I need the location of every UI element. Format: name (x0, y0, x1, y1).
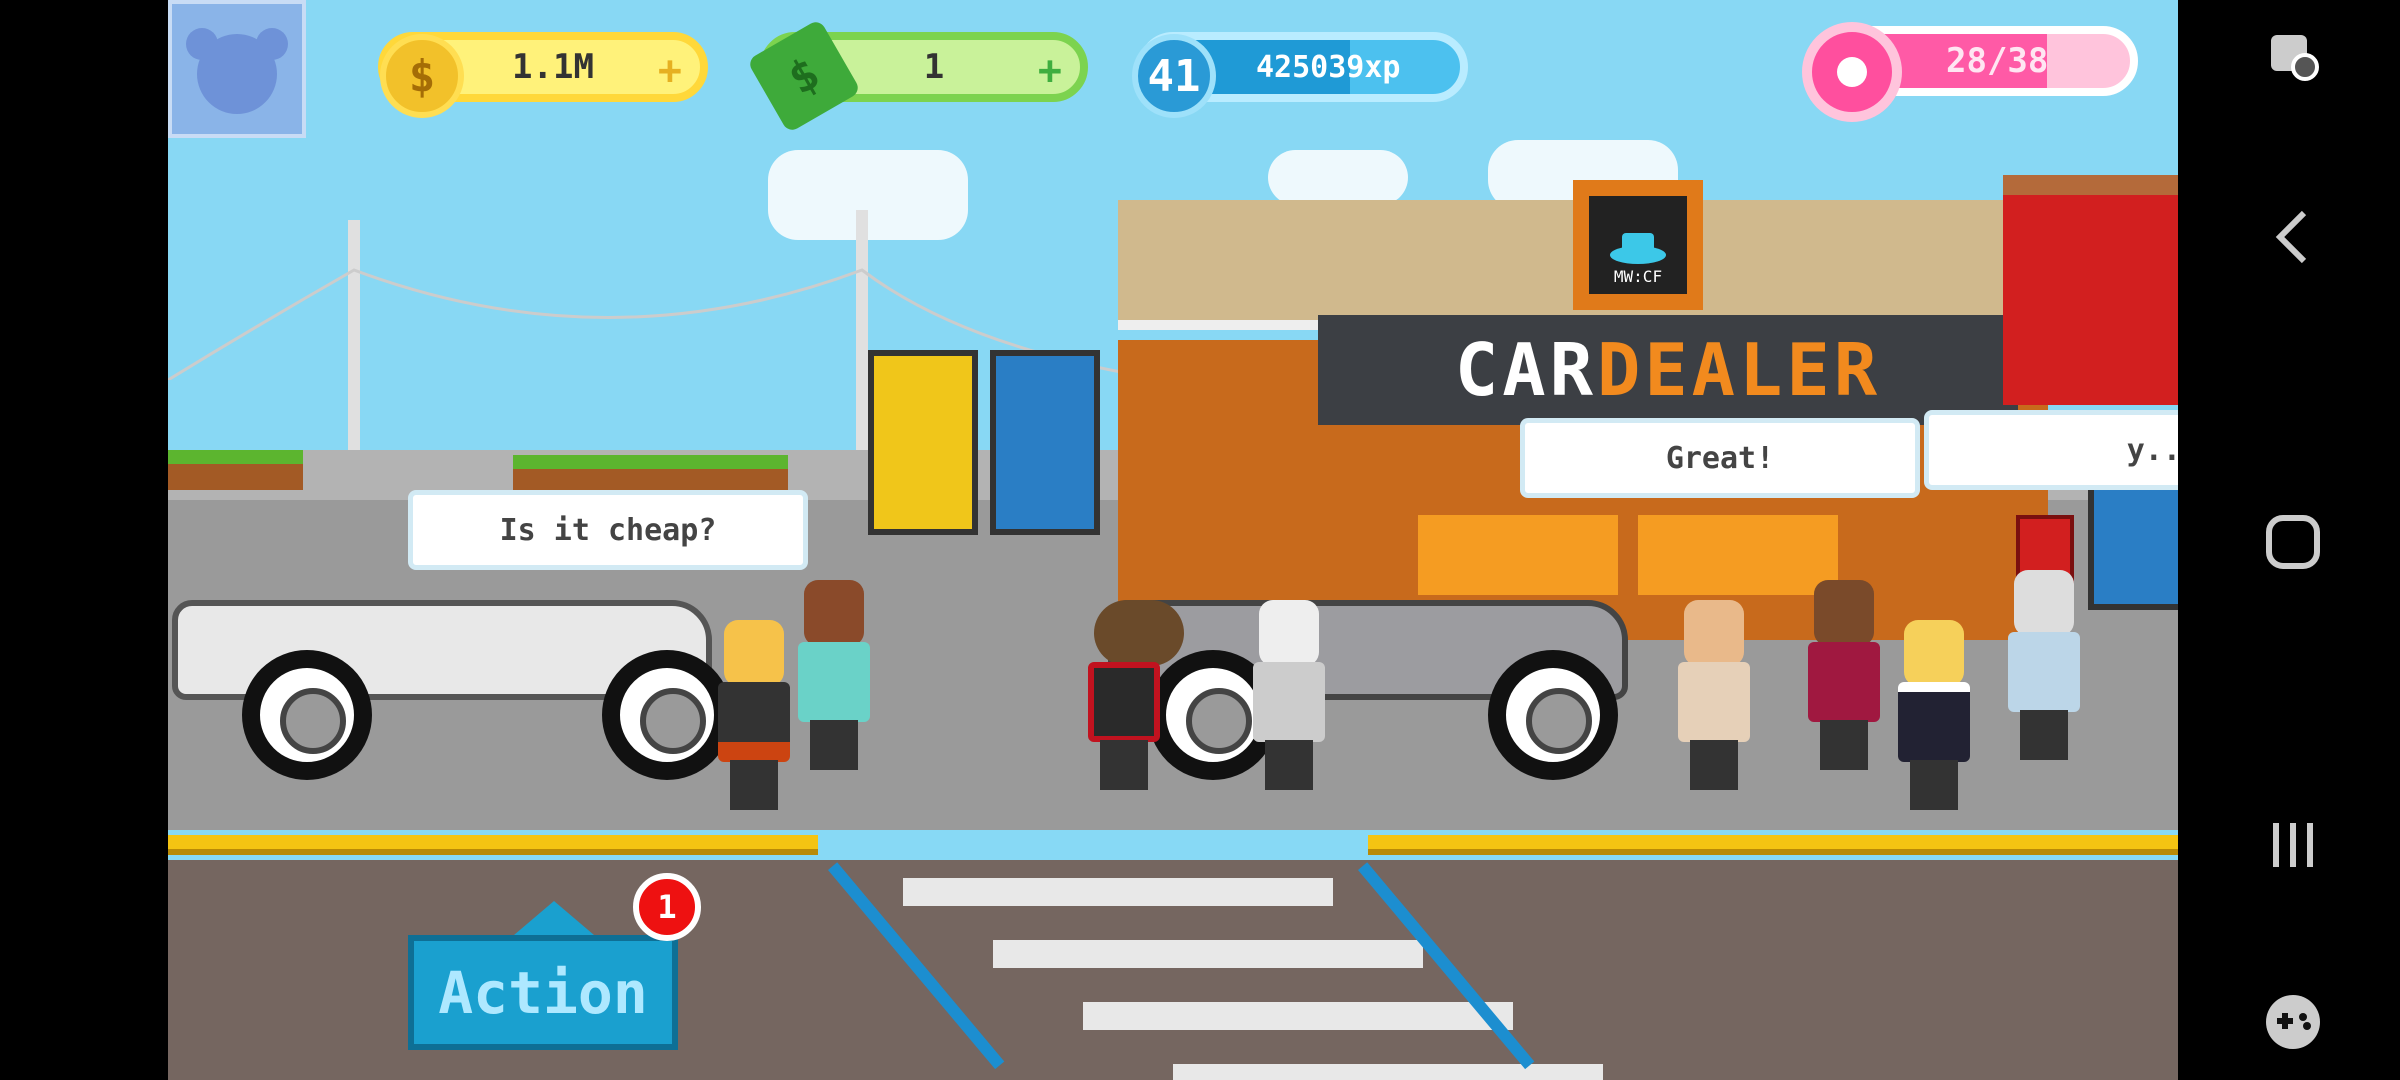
vending-machine-blue (990, 350, 1100, 535)
donut-counter[interactable]: 28/38 (1802, 22, 2138, 122)
customer-torso (2008, 632, 2080, 712)
speech-bubble: y... (1924, 410, 2178, 490)
cash-counter[interactable]: $ 1 + (746, 18, 1088, 134)
customer-legs (1265, 740, 1313, 790)
customer-head (1814, 580, 1874, 646)
customer-torso (1678, 662, 1750, 742)
customer-legs (1820, 720, 1868, 770)
donut-icon (1802, 22, 1902, 122)
customer[interactable] (1798, 580, 1888, 780)
cloud (1268, 150, 1408, 205)
customer[interactable] (708, 620, 798, 820)
car-wheel (1488, 650, 1618, 780)
crosswalk-stripe (903, 878, 1333, 906)
customer-head (1259, 600, 1319, 666)
customer-head (724, 620, 784, 686)
customer-torso (1808, 642, 1880, 722)
action-button[interactable]: Action (408, 901, 678, 1050)
customer-head (1094, 600, 1184, 666)
customer-torso (718, 682, 790, 762)
hat-icon (1610, 233, 1666, 264)
customer[interactable] (1998, 570, 2088, 770)
customer-torso (1088, 662, 1160, 742)
recents-icon (2273, 823, 2313, 867)
customer-head (1904, 620, 1964, 686)
customer[interactable] (788, 580, 878, 780)
cloud (768, 150, 968, 240)
customer-torso (1898, 682, 1970, 762)
customer-legs (1910, 760, 1958, 810)
donut-value: 28/38 (1946, 41, 2049, 81)
dealer-sign-car: CAR (1454, 328, 1597, 412)
level-value: 41 (1147, 50, 1201, 102)
level-star-icon: 41 (1132, 34, 1216, 118)
customer[interactable] (1888, 620, 1978, 820)
touch-lock-icon (2271, 35, 2319, 81)
screen-lock-button[interactable] (2258, 22, 2328, 92)
speech-bubble-text: Great! (1665, 440, 1775, 476)
customer-legs (1100, 740, 1148, 790)
gamepad-icon (2266, 995, 2320, 1049)
add-cash-button[interactable]: + (1038, 48, 1062, 94)
speech-bubble-text: Is it cheap? (499, 512, 717, 548)
crosswalk-stripe (1173, 1064, 1603, 1080)
coin-icon: $ (380, 34, 464, 118)
customer-legs (810, 720, 858, 770)
customer-head (804, 580, 864, 646)
customer-head (1684, 600, 1744, 666)
badge-count: 1 (657, 888, 677, 926)
planter (168, 450, 303, 490)
game-viewport[interactable]: CAR DEALER MW:CF Is it cheap? y. Great! … (168, 0, 2178, 1080)
red-building (2003, 175, 2178, 405)
curb (1368, 835, 2178, 855)
xp-bar[interactable]: 41 425039xp (1132, 32, 1468, 118)
notification-badge: 1 (633, 873, 701, 941)
customer[interactable] (1243, 600, 1333, 800)
planter (513, 455, 788, 490)
action-label: Action (438, 958, 648, 1027)
customer-legs (2020, 710, 2068, 760)
home-icon (2266, 515, 2320, 569)
speech-bubble-text: y... (2126, 432, 2178, 468)
dealer-sign-dealer: DEALER (1596, 328, 1882, 412)
customer-torso (798, 642, 870, 722)
vending-machine-yellow (868, 350, 978, 535)
back-button[interactable] (2258, 202, 2328, 272)
add-coins-button[interactable]: + (658, 48, 682, 94)
customer-legs (730, 760, 778, 810)
donut-hole (1837, 57, 1867, 87)
curb (168, 835, 818, 855)
coin-value: 1.1M (512, 47, 594, 87)
game-tools-button[interactable] (2258, 987, 2328, 1057)
back-icon (2275, 210, 2307, 264)
dealer-logo: MW:CF (1573, 180, 1703, 310)
customer-head (2014, 570, 2074, 636)
speech-bubble: Is it cheap? (408, 490, 808, 570)
dealer-sign: CAR DEALER (1318, 315, 2018, 425)
dealer-logo-text: MW:CF (1613, 267, 1663, 286)
home-button[interactable] (2258, 507, 2328, 577)
avatar[interactable] (168, 0, 306, 138)
xp-value: 425039xp (1256, 49, 1401, 85)
customer-legs (1690, 740, 1738, 790)
crosswalk-stripe (1083, 1002, 1513, 1030)
cash-value: 1 (923, 47, 945, 87)
screen: CAR DEALER MW:CF Is it cheap? y. Great! … (0, 0, 2400, 1080)
crosswalk-stripe (993, 940, 1423, 968)
speech-bubble: Great! (1520, 418, 1920, 498)
system-nav-bar (2178, 0, 2400, 1080)
customer[interactable] (1078, 600, 1188, 800)
recents-button[interactable] (2258, 810, 2328, 880)
coin-counter[interactable]: $ 1.1M + (378, 32, 708, 118)
customer-torso (1253, 662, 1325, 742)
car-wheel (242, 650, 372, 780)
puzzle-icon (186, 28, 288, 114)
customer[interactable] (1668, 600, 1758, 800)
